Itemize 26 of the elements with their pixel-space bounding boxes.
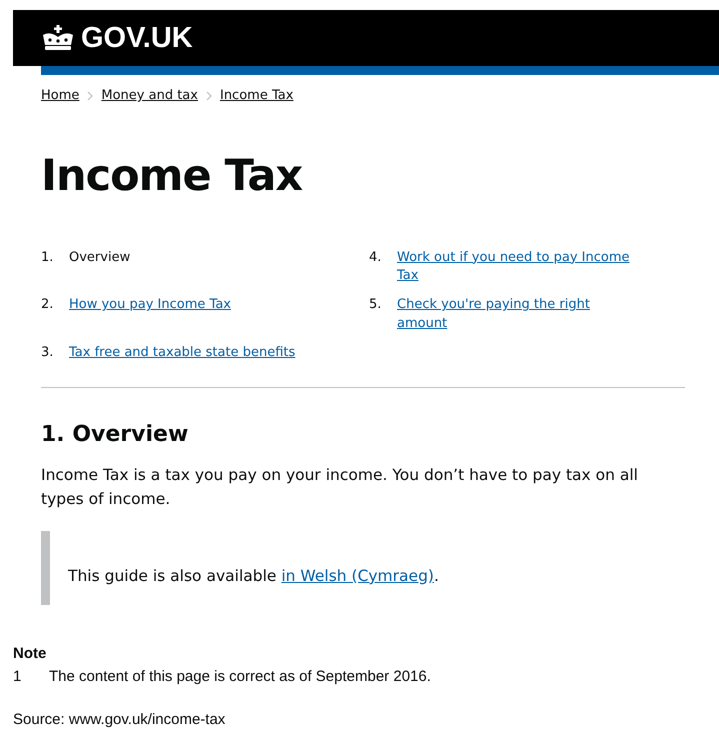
page-title: Income Tax: [41, 151, 304, 203]
source-text: Source: www.gov.uk/income-tax: [13, 710, 226, 728]
section-heading: 1. Overview: [41, 422, 190, 447]
breadcrumb-link[interactable]: Income Tax: [220, 88, 294, 103]
chevron-icon: [206, 90, 212, 100]
site-logo[interactable]: GOV.UK: [81, 22, 193, 54]
list-number: 4.: [369, 248, 382, 267]
callout-text: This guide is also available in Welsh (Cymraeg).: [68, 566, 439, 585]
note-number: 1: [13, 668, 22, 685]
contents-link[interactable]: Tax free and taxable state benefits: [69, 344, 296, 363]
breadcrumb-link[interactable]: Money and tax: [101, 88, 198, 103]
chevron-icon: [87, 90, 94, 100]
list-number: 5.: [369, 296, 382, 314]
note-text: The content of this page is correct as of September 2016.: [49, 668, 431, 685]
welsh-link[interactable]: in Welsh (Cymraeg): [281, 566, 434, 585]
breadcrumb-link[interactable]: Home: [41, 88, 80, 103]
crown-icon: [41, 25, 75, 51]
list-number: 1.: [41, 248, 54, 267]
note-heading: Note: [13, 644, 48, 662]
list-number: 2.: [41, 296, 54, 314]
contents-link[interactable]: How you pay Income Tax: [69, 296, 231, 334]
list-number: 3.: [41, 344, 54, 362]
paragraph: Income Tax is a tax you pay on your income. You don’t have to pay tax on all types of income.: [41, 464, 639, 510]
contents-item: Overview: [69, 248, 130, 267]
contents-link[interactable]: Work out if you need to pay Income Tax: [397, 248, 644, 286]
contents-link[interactable]: Check you're paying the right amount: [397, 296, 644, 334]
